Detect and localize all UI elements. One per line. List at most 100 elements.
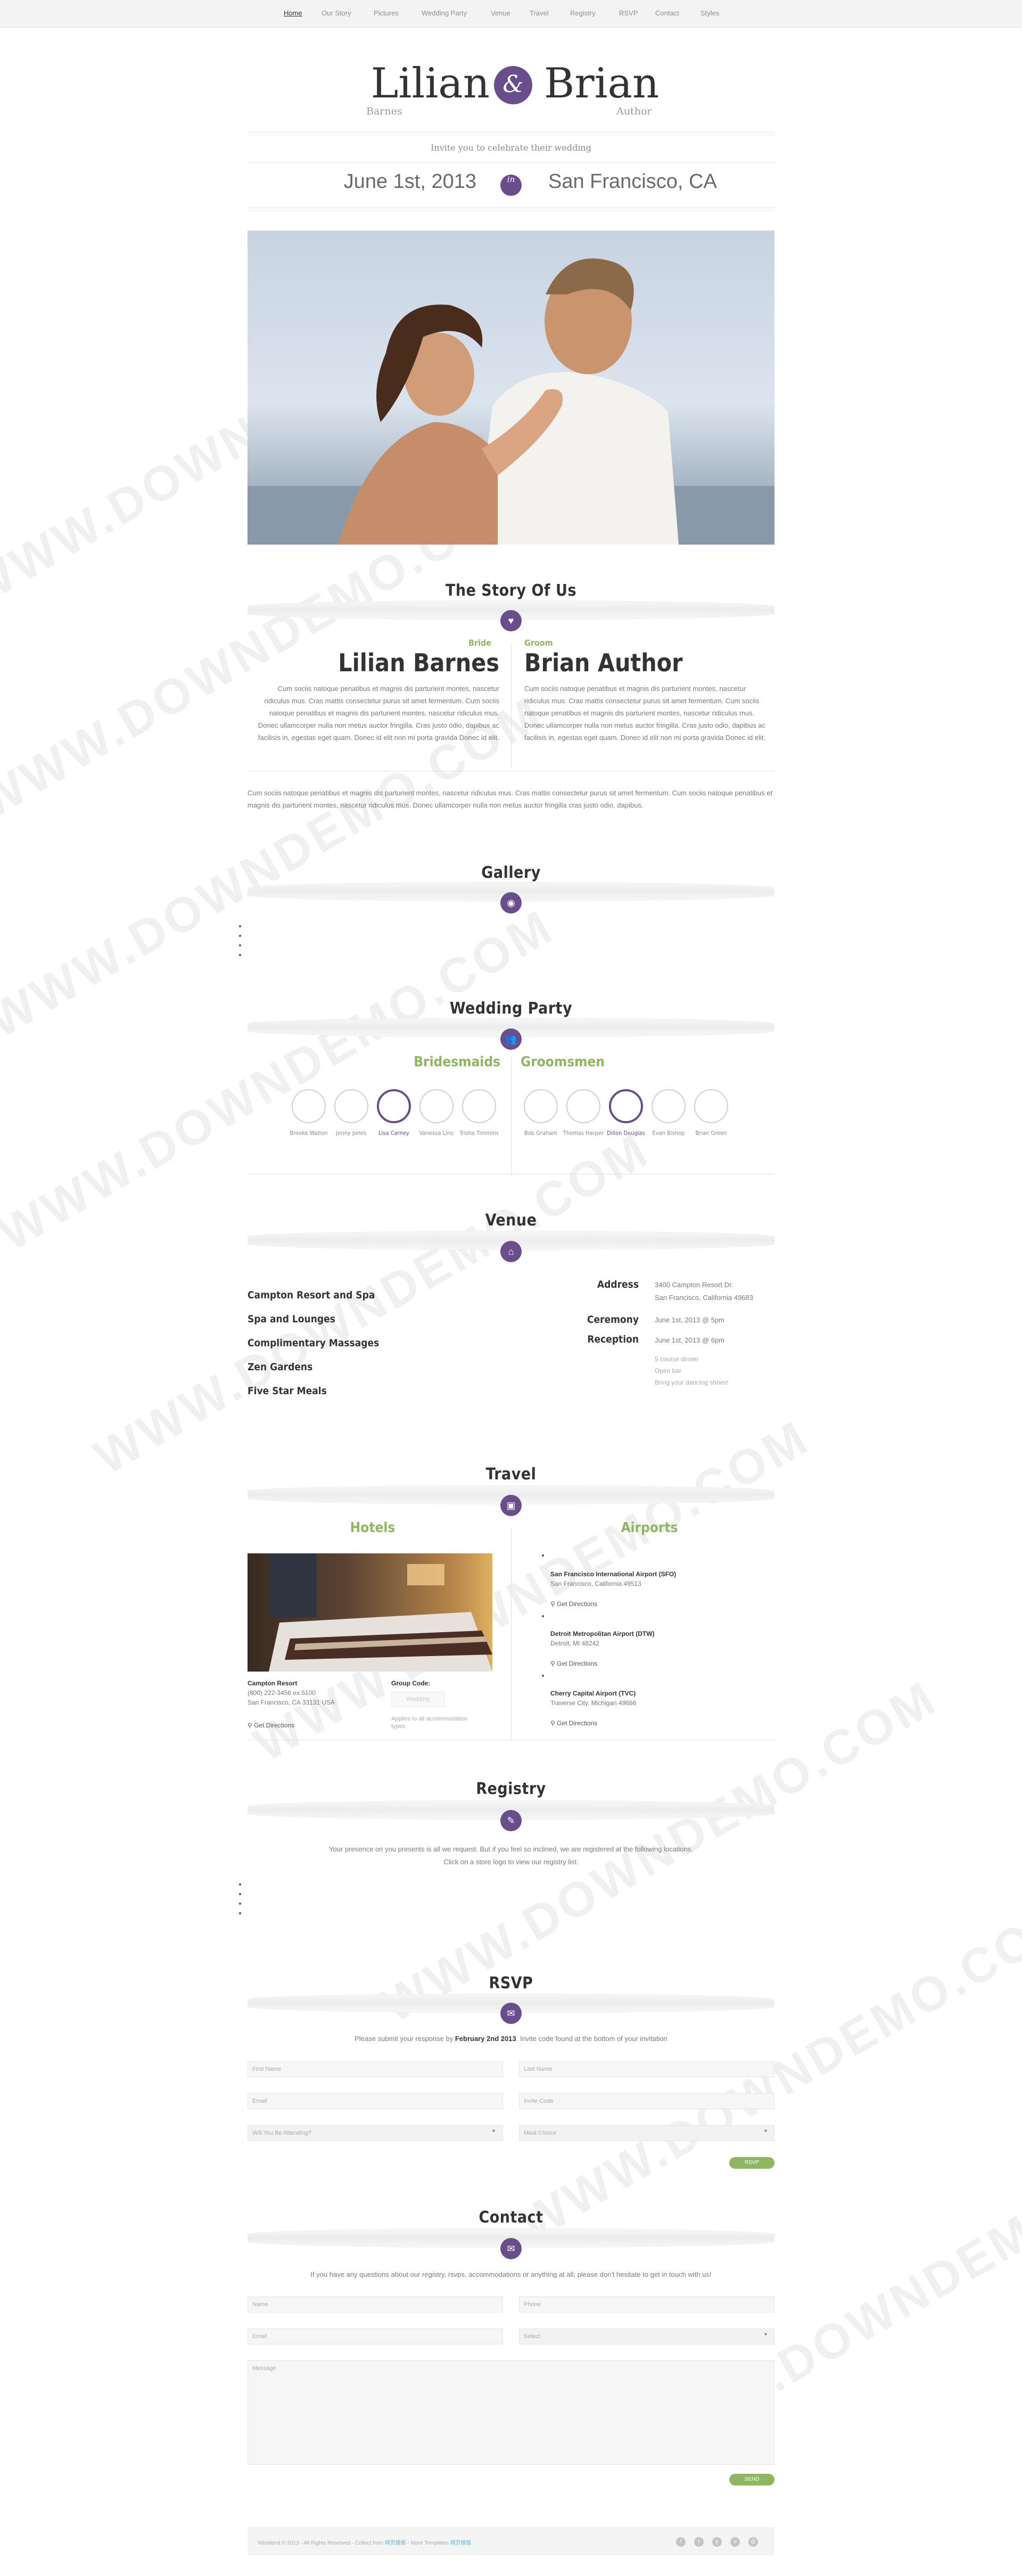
reception-label: Reception xyxy=(587,1334,639,1345)
reception-note: 5 course dinner xyxy=(655,1355,699,1363)
groomsman-avatar[interactable] xyxy=(652,1089,686,1123)
gallery-title: Gallery xyxy=(481,863,541,882)
group-code-value: Wedding xyxy=(391,1692,444,1707)
wedding-date: June 1st, 2013 xyxy=(343,170,476,193)
subject-select[interactable]: Select xyxy=(519,2328,774,2344)
groomsman-avatar[interactable] xyxy=(609,1089,643,1123)
bridesmaids-label: Bridesmaids xyxy=(414,1054,500,1070)
bridesmaid-avatar[interactable] xyxy=(292,1089,326,1123)
top-navigation: Home Our Story Pictures Wedding Party Ve… xyxy=(0,0,1022,28)
divider xyxy=(511,1528,512,1741)
groom-first-name: Brian xyxy=(544,60,660,108)
nav-travel[interactable]: Travel xyxy=(530,9,549,17)
groom-role: Groom xyxy=(524,638,553,648)
nav-home[interactable]: Home xyxy=(284,9,302,17)
bridesmaid-avatar[interactable] xyxy=(334,1089,368,1123)
rsvp-intro: Please submit your response by February … xyxy=(0,2035,1022,2043)
chevron-down-icon: ▾ xyxy=(492,2128,496,2134)
footer-mid-text: - More Templates xyxy=(407,2540,449,2546)
airport-city: Traverse City, Michigan 49686 xyxy=(550,1699,637,1707)
hotel-room-photo xyxy=(248,1553,492,1672)
hotels-label: Hotels xyxy=(350,1520,395,1536)
bridesmaid-avatar[interactable] xyxy=(462,1089,496,1123)
bride-name: Lilian Barnes xyxy=(338,648,499,677)
facebook-icon[interactable]: f xyxy=(676,2537,686,2547)
venue-feature: Complimentary Massages xyxy=(248,1337,380,1349)
airport-directions-label: Get Directions xyxy=(557,1660,598,1667)
venue-feature: Campton Resort and Spa xyxy=(248,1289,375,1301)
last-name-field[interactable]: Last Name xyxy=(519,2061,774,2077)
hotel-phone: (800) 222-3456 ex 5100 xyxy=(248,1689,316,1697)
bride-last-name: Barnes xyxy=(366,105,402,117)
contact-intro: If you have any questions about our regi… xyxy=(310,2270,712,2278)
address-line-1: 3400 Campton Resort Dr. xyxy=(655,1281,733,1289)
nav-contact[interactable]: Contact xyxy=(655,9,679,17)
people-icon: 👥 xyxy=(500,1028,522,1050)
contact-email-field[interactable]: Email xyxy=(248,2328,503,2344)
nav-wedding-party[interactable]: Wedding Party xyxy=(422,9,467,17)
first-name-field[interactable]: First Name xyxy=(248,2061,503,2077)
nav-styles[interactable]: Styles xyxy=(700,9,719,17)
twitter-icon[interactable]: t xyxy=(694,2537,704,2547)
nav-pictures[interactable]: Pictures xyxy=(374,9,399,17)
airport-directions-label: Get Directions xyxy=(557,1600,598,1608)
groom-last-name: Author xyxy=(616,105,652,117)
email-field[interactable]: Email xyxy=(248,2093,503,2109)
venue-feature: Spa and Lounges xyxy=(248,1313,335,1325)
divider xyxy=(248,162,774,163)
rsvp-button[interactable]: RSVP xyxy=(729,2157,774,2169)
gift-icon: ✎ xyxy=(500,1810,522,1831)
airport-city: Detroit, MI 48242 xyxy=(550,1640,600,1647)
story-paragraph: Cum sociis natoque penatibus et magnis d… xyxy=(248,789,773,809)
address-line-2: San Francisco, California 49683 xyxy=(655,1294,753,1302)
airport-directions-link[interactable]: ⚲ Get Directions xyxy=(550,1600,597,1608)
airport-directions-link[interactable]: ⚲ Get Directions xyxy=(550,1660,597,1667)
nav-venue[interactable]: Venue xyxy=(491,9,510,17)
contact-title: Contact xyxy=(479,2208,543,2227)
email-icon[interactable]: @ xyxy=(748,2537,758,2547)
airport-directions-link[interactable]: ⚲ Get Directions xyxy=(550,1719,597,1727)
invite-code-field[interactable]: Invite Code xyxy=(519,2093,774,2109)
airport-city: San Francisco, California 49513 xyxy=(550,1580,641,1587)
bridesmaid-avatar[interactable] xyxy=(419,1089,454,1123)
name-field[interactable]: Name xyxy=(248,2297,503,2312)
footer-link[interactable]: 网页模板 xyxy=(385,2540,406,2546)
pinterest-icon[interactable]: p xyxy=(712,2537,722,2547)
hotel-directions-link[interactable]: ⚲ Get Directions xyxy=(248,1722,294,1729)
meal-select[interactable]: Meal Choice xyxy=(519,2125,774,2141)
registry-text-2: Click on a store logo to view our regist… xyxy=(443,1858,579,1866)
airport-directions-label: Get Directions xyxy=(557,1719,598,1727)
list-bullet xyxy=(542,1554,544,1557)
copyright-text: Weddend © 2013 - All Rights Reserved - C… xyxy=(258,2540,384,2546)
airports-label: Airports xyxy=(621,1520,678,1536)
nav-rsvp[interactable]: RSVP xyxy=(619,9,638,17)
chevron-down-icon: ▾ xyxy=(764,2128,768,2134)
bridesmaid-avatar[interactable] xyxy=(377,1089,411,1123)
list-bullet xyxy=(542,1615,544,1617)
vimeo-icon[interactable]: v xyxy=(730,2537,740,2547)
ceremony-time: June 1st, 2013 @ 5pm xyxy=(655,1316,724,1324)
map-pin-icon: ⚲ xyxy=(550,1660,557,1667)
briefcase-icon: ▣ xyxy=(500,1495,522,1516)
home-icon: ⌂ xyxy=(500,1241,522,1262)
nav-our-story[interactable]: Our Story xyxy=(322,9,351,17)
groomsman-avatar[interactable] xyxy=(524,1089,558,1123)
chevron-down-icon: ▾ xyxy=(764,2332,768,2338)
hotel-directions-label: Get Directions xyxy=(254,1722,295,1729)
bride-bio: Cum sociis natoque penatibus et magnis d… xyxy=(258,685,499,742)
registry-text-1: Your presence on you presents is all we … xyxy=(329,1845,693,1853)
map-pin-icon: ⚲ xyxy=(550,1719,557,1727)
send-button[interactable]: SEND xyxy=(729,2474,774,2486)
invite-line: Invite you to celebrate their wedding xyxy=(431,143,591,153)
list-bullet xyxy=(542,1675,544,1677)
attending-select[interactable]: Will You Be Attending? xyxy=(248,2125,503,2141)
groomsmen-label: Groomsmen xyxy=(521,1054,605,1070)
groomsman-avatar[interactable] xyxy=(694,1089,728,1123)
divider xyxy=(511,1057,512,1176)
footer-link[interactable]: 网页模板 xyxy=(450,2540,472,2546)
travel-title: Travel xyxy=(485,1465,537,1484)
message-field[interactable]: Message xyxy=(248,2360,774,2465)
nav-registry[interactable]: Registry xyxy=(570,9,596,17)
phone-field[interactable]: Phone xyxy=(519,2297,774,2312)
groomsman-avatar[interactable] xyxy=(566,1089,600,1123)
